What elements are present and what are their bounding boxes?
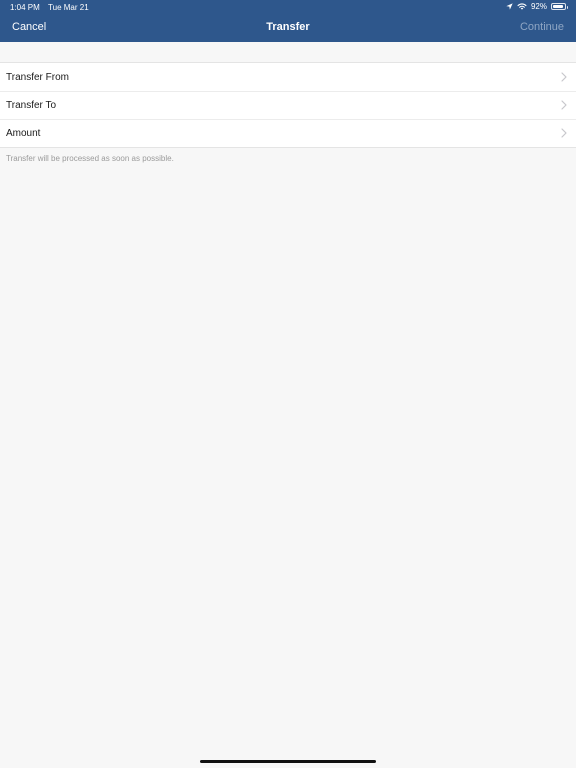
location-arrow-icon	[506, 3, 513, 10]
status-time: 1:04 PM	[10, 3, 40, 12]
row-label: Amount	[6, 128, 41, 139]
app-header: 1:04 PM Tue Mar 21 92% Cancel Transfer C…	[0, 0, 576, 42]
battery-level-fill	[553, 5, 564, 8]
chevron-right-icon	[561, 72, 567, 82]
row-label: Transfer From	[6, 72, 69, 83]
status-right: 92%	[506, 2, 568, 11]
chevron-right-icon	[561, 128, 567, 138]
status-left: 1:04 PM Tue Mar 21	[10, 3, 89, 12]
status-date: Tue Mar 21	[48, 3, 89, 12]
transfer-to-row[interactable]: Transfer To	[0, 91, 576, 119]
wifi-icon	[517, 3, 527, 10]
amount-row[interactable]: Amount	[0, 119, 576, 147]
status-bar: 1:04 PM Tue Mar 21 92%	[0, 0, 576, 14]
continue-button[interactable]: Continue	[520, 21, 564, 33]
transfer-footnote: Transfer will be processed as soon as po…	[6, 154, 174, 163]
transfer-from-row[interactable]: Transfer From	[0, 63, 576, 91]
home-indicator[interactable]	[200, 760, 376, 763]
chevron-right-icon	[561, 100, 567, 110]
battery-percent: 92%	[530, 2, 547, 11]
transfer-form-list: Transfer From Transfer To Amount	[0, 62, 576, 148]
navigation-bar: Cancel Transfer Continue	[0, 14, 576, 42]
page-title: Transfer	[266, 21, 310, 33]
battery-icon	[551, 3, 568, 10]
row-label: Transfer To	[6, 100, 57, 111]
